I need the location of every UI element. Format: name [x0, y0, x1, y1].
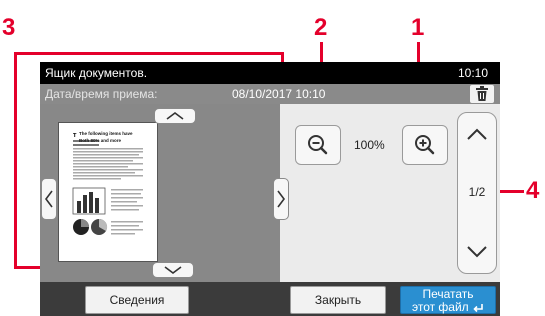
callout-3-bracket-top [14, 52, 284, 55]
document-heading: The following items have [79, 131, 133, 136]
callout-4-line [498, 190, 524, 193]
info-bar: Дата/время приема: 08/10/2017 10:10 [40, 84, 500, 104]
chevron-left-icon [42, 179, 56, 219]
device-screen: Ящик документов. 10:10 Дата/время приема… [40, 62, 500, 316]
chevron-up-icon [155, 109, 195, 123]
chevron-right-icon [274, 179, 288, 219]
preview-scroll-down-button[interactable] [152, 262, 194, 278]
document-preview-area[interactable]: T The following items have Both 80% and … [40, 104, 280, 282]
screen-title: Ящик документов. [45, 66, 148, 80]
chevron-down-icon [153, 263, 193, 277]
document-page-thumbnail: T The following items have Both 80% and … [58, 122, 158, 262]
chevron-up-icon [458, 117, 496, 153]
trash-icon [470, 85, 494, 103]
received-datetime-value: 08/10/2017 10:10 [232, 87, 326, 101]
close-button[interactable]: Закрыть [290, 286, 386, 314]
page-counter: 1/2 [468, 185, 486, 199]
bottom-bar: Сведения Закрыть Печатать этот файл [40, 282, 500, 316]
previous-page-button[interactable] [458, 117, 496, 153]
zoom-in-button[interactable] [402, 125, 448, 165]
callout-3: 3 [2, 14, 16, 41]
zoom-level: 100% [354, 138, 385, 152]
print-button-label-line2: этот файл [411, 300, 469, 314]
page-scrollbar: 1/2 [457, 112, 497, 274]
zoom-in-icon [403, 126, 447, 164]
zoom-out-icon [296, 126, 340, 164]
enter-arrow-icon [472, 303, 484, 313]
svg-text:T: T [73, 133, 77, 139]
preview-scroll-left-button[interactable] [41, 178, 57, 220]
clock: 10:10 [457, 66, 488, 80]
preview-scroll-up-button[interactable] [154, 108, 196, 124]
next-page-button[interactable] [458, 233, 496, 269]
preview-scroll-right-button[interactable] [273, 178, 289, 220]
print-this-file-button[interactable]: Печатать этот файл [400, 286, 496, 314]
details-button[interactable]: Сведения [85, 286, 189, 314]
title-bar: Ящик документов. 10:10 [40, 62, 500, 84]
received-datetime-label: Дата/время приема: [45, 87, 158, 101]
chevron-down-icon [458, 233, 496, 269]
document-subheading: Both 80% and more [79, 138, 122, 143]
callout-2: 2 [314, 14, 328, 41]
callout-4: 4 [526, 177, 540, 204]
callout-1: 1 [411, 14, 425, 41]
zoom-out-button[interactable] [295, 125, 341, 165]
callout-3-bracket-left [14, 52, 17, 268]
delete-button[interactable] [470, 85, 494, 103]
